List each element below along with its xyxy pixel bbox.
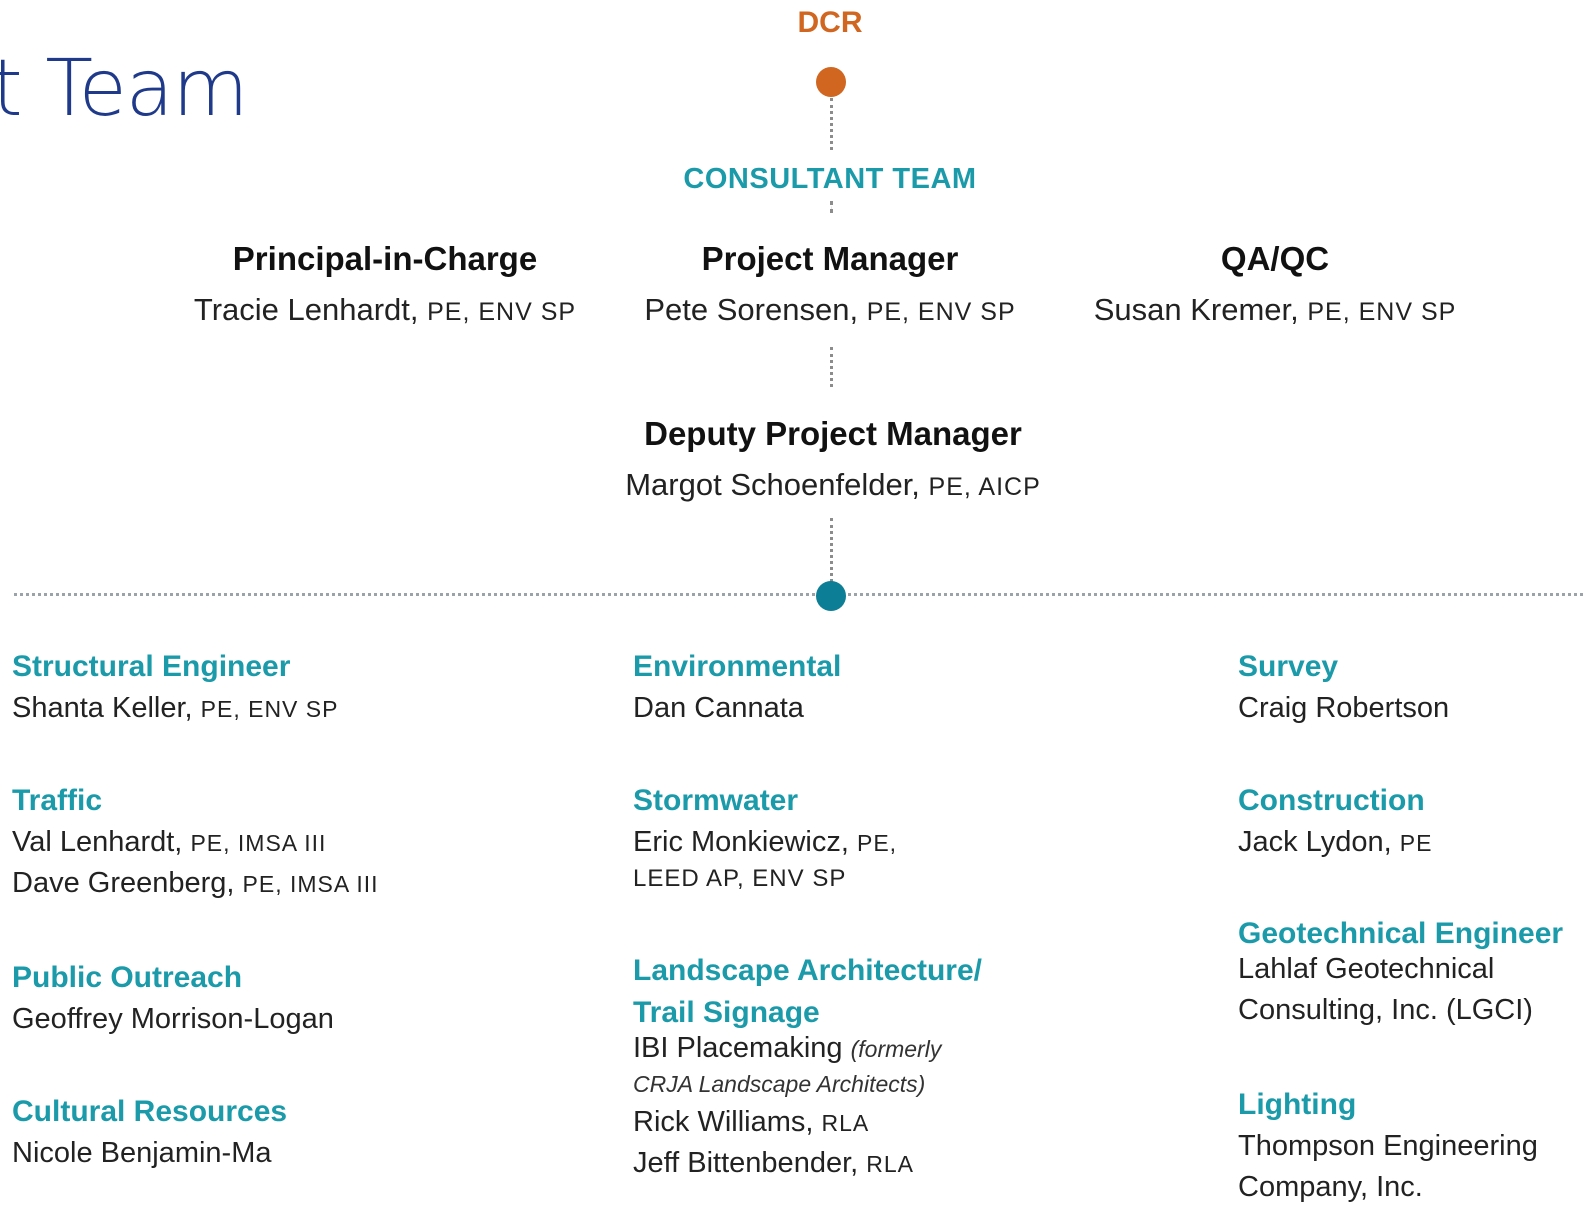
dcr-node <box>816 67 846 97</box>
role-title: QA/QC <box>1220 240 1330 277</box>
stormwater-block: Stormwater Eric Monkiewicz, PE, LEED AP,… <box>633 784 897 893</box>
person-name: Craig Robertson <box>1238 692 1450 724</box>
structural-engineer-block: Structural Engineer Shanta Keller, PE, E… <box>12 650 338 725</box>
construction-block: Construction Jack Lydon, PE <box>1238 784 1432 859</box>
lighting-block: Lighting Thompson Engineering Company, I… <box>1238 1088 1538 1204</box>
survey-block: Survey Craig Robertson <box>1238 650 1449 725</box>
geotechnical-engineer-block: Geotechnical Engineer Lahlaf Geotechnica… <box>1238 917 1563 1027</box>
person-name: Dave Greenberg, PE, IMSA III <box>12 867 379 899</box>
credentials: LEED AP, ENV SP <box>633 865 847 892</box>
role-title: Deputy Project Manager <box>644 415 1022 452</box>
connector-dcr-consultant <box>830 98 833 150</box>
discipline-title: Landscape Architecture/ <box>633 954 982 987</box>
discipline-title: Stormwater <box>633 784 799 817</box>
firm-name-line2: Company, Inc. <box>1238 1171 1423 1203</box>
public-outreach-block: Public Outreach Geoffrey Morrison-Logan <box>12 961 334 1036</box>
credentials: PE, ENV SP <box>200 696 339 722</box>
person-name: Jack Lydon, PE <box>1238 826 1433 858</box>
credentials: PE, <box>857 830 898 856</box>
credentials: PE, ENV SP <box>427 298 577 326</box>
discipline-title: Survey <box>1238 650 1339 683</box>
traffic-block: Traffic Val Lenhardt, PE, IMSA III Dave … <box>12 784 379 900</box>
connector-pm-deputy <box>830 347 833 387</box>
firm-name: IBI Placemaking (formerly <box>633 1032 942 1064</box>
person-name: Dan Cannata <box>633 692 804 724</box>
cultural-resources-block: Cultural Resources Nicole Benjamin-Ma <box>12 1095 287 1170</box>
person-name: Pete Sorensen, PE, ENV SP <box>644 292 1016 327</box>
credentials: RLA <box>821 1110 870 1136</box>
person-name: Rick Williams, RLA <box>633 1106 870 1138</box>
page-title: t Team <box>0 44 249 134</box>
discipline-title: Construction <box>1238 784 1425 817</box>
discipline-title: Geotechnical Engineer <box>1238 917 1564 950</box>
principal-in-charge-block: Principal-in-Charge Tracie Lenhardt, PE,… <box>155 240 615 328</box>
qaqc-block: QA/QC Susan Kremer, PE, ENV SP <box>1045 240 1505 328</box>
environmental-block: Environmental Dan Cannata <box>633 650 841 725</box>
credentials: PE <box>1399 830 1433 856</box>
credentials: PE, ENV SP <box>1307 298 1457 326</box>
project-manager-block: Project Manager Pete Sorensen, PE, ENV S… <box>600 240 1060 328</box>
person-name: Val Lenhardt, PE, IMSA III <box>12 826 327 858</box>
team-node <box>816 581 846 611</box>
dcr-label: DCR <box>797 6 863 39</box>
deputy-project-manager-block: Deputy Project Manager Margot Schoenfeld… <box>603 415 1063 503</box>
role-title: Project Manager <box>701 240 959 277</box>
person-name: Nicole Benjamin-Ma <box>12 1137 272 1169</box>
credentials: PE, IMSA III <box>190 830 327 856</box>
person-name: Geoffrey Morrison-Logan <box>12 1003 334 1035</box>
person-name: Eric Monkiewicz, PE, <box>633 826 898 858</box>
credentials: PE, ENV SP <box>866 298 1016 326</box>
discipline-title: Cultural Resources <box>12 1095 288 1128</box>
credentials: PE, IMSA III <box>242 871 379 897</box>
credentials: RLA <box>866 1151 915 1177</box>
firm-name-line2: Consulting, Inc. (LGCI) <box>1238 994 1533 1026</box>
person-name: Susan Kremer, PE, ENV SP <box>1093 292 1457 327</box>
credentials: PE, AICP <box>928 473 1041 501</box>
landscape-architecture-block: Landscape Architecture/ Trail Signage IB… <box>633 954 982 1180</box>
discipline-title-line2: Trail Signage <box>633 996 820 1029</box>
firm-name: Lahlaf Geotechnical <box>1238 953 1495 985</box>
connector-consultant-leads <box>830 201 833 213</box>
firm-name: Thompson Engineering <box>1238 1130 1538 1162</box>
person-name: Jeff Bittenbender, RLA <box>633 1147 915 1179</box>
connector-deputy-team <box>830 518 833 582</box>
firm-note: (formerly <box>850 1036 942 1062</box>
role-title: Principal-in-Charge <box>232 240 538 277</box>
discipline-title: Public Outreach <box>12 961 243 994</box>
discipline-title: Traffic <box>12 784 103 817</box>
person-name: Tracie Lenhardt, PE, ENV SP <box>193 292 577 327</box>
team-divider-line <box>14 593 1583 596</box>
discipline-title: Structural Engineer <box>12 650 291 683</box>
discipline-title: Environmental <box>633 650 842 683</box>
consultant-team-label: CONSULTANT TEAM <box>683 163 977 195</box>
person-name: Shanta Keller, PE, ENV SP <box>12 692 339 724</box>
firm-note-line2: CRJA Landscape Architects) <box>633 1071 926 1097</box>
person-name: Margot Schoenfelder, PE, AICP <box>625 467 1041 502</box>
discipline-title: Lighting <box>1238 1088 1357 1121</box>
